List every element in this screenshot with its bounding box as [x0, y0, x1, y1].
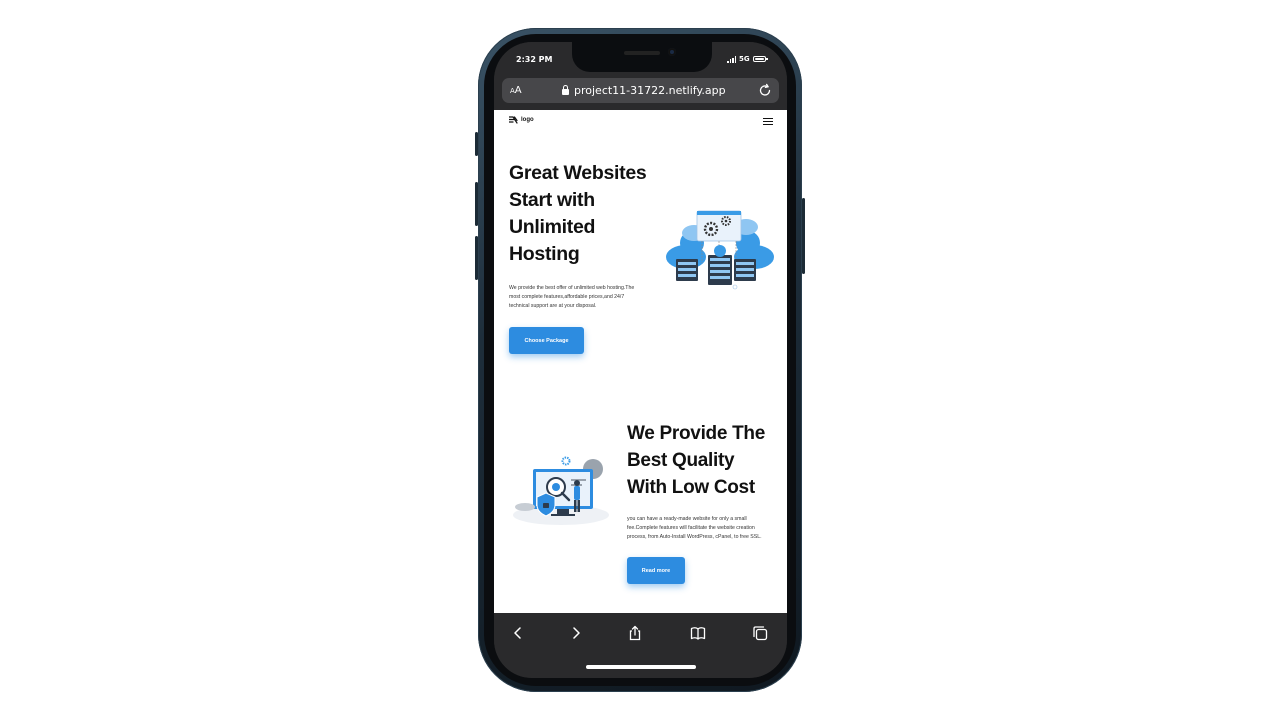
back-icon[interactable] — [510, 625, 526, 641]
power-button — [802, 198, 805, 274]
tabs-icon[interactable] — [752, 625, 768, 641]
cloud-hosting-illustration — [666, 210, 774, 290]
battery-icon — [752, 56, 768, 62]
address-bar[interactable]: AA project11-31722.netlify.app — [502, 78, 779, 103]
phone-screen: 2:32 PM 5G AA project11-31722.netlify.ap… — [494, 42, 787, 678]
browser-address-area: AA project11-31722.netlify.app — [494, 76, 787, 110]
feature-title: We Provide The Best Quality With Low Cos… — [627, 423, 765, 498]
read-more-button[interactable]: Read more — [627, 557, 685, 584]
silent-switch — [475, 132, 478, 156]
hero-description: We provide the best offer of unlimited w… — [509, 285, 635, 309]
choose-package-button[interactable]: Choose Package — [509, 327, 584, 354]
hero-title: Great Websites Start with Unlimited Host… — [509, 162, 647, 265]
status-time: 2:32 PM — [516, 55, 553, 64]
reload-icon[interactable] — [757, 82, 773, 98]
network-type: 5G — [739, 55, 750, 63]
security-illustration — [513, 456, 609, 525]
forward-icon[interactable] — [568, 625, 584, 641]
volume-down-button — [475, 236, 478, 280]
notch — [572, 42, 712, 72]
logo-text: logo — [521, 117, 534, 123]
speaker — [624, 51, 660, 55]
lock-icon — [562, 85, 569, 95]
home-indicator[interactable] — [586, 665, 696, 669]
bookmarks-icon[interactable] — [690, 625, 706, 641]
web-page: logo Great Websites Start with Unlimited… — [494, 110, 787, 613]
url-field[interactable]: project11-31722.netlify.app — [562, 84, 726, 97]
text-size-button[interactable]: AA — [510, 85, 522, 96]
browser-toolbar — [494, 613, 787, 678]
share-icon[interactable] — [627, 625, 643, 641]
logo-icon — [509, 116, 518, 124]
signal-icon — [727, 56, 736, 63]
menu-icon[interactable] — [763, 118, 773, 125]
volume-up-button — [475, 182, 478, 226]
feature-description: you can have a ready-made website for on… — [627, 516, 762, 540]
url-text: project11-31722.netlify.app — [574, 84, 726, 97]
status-bar: 2:32 PM 5G — [494, 42, 787, 76]
status-indicators: 5G — [727, 55, 768, 63]
front-camera — [668, 48, 676, 56]
site-logo[interactable]: logo — [509, 116, 534, 124]
